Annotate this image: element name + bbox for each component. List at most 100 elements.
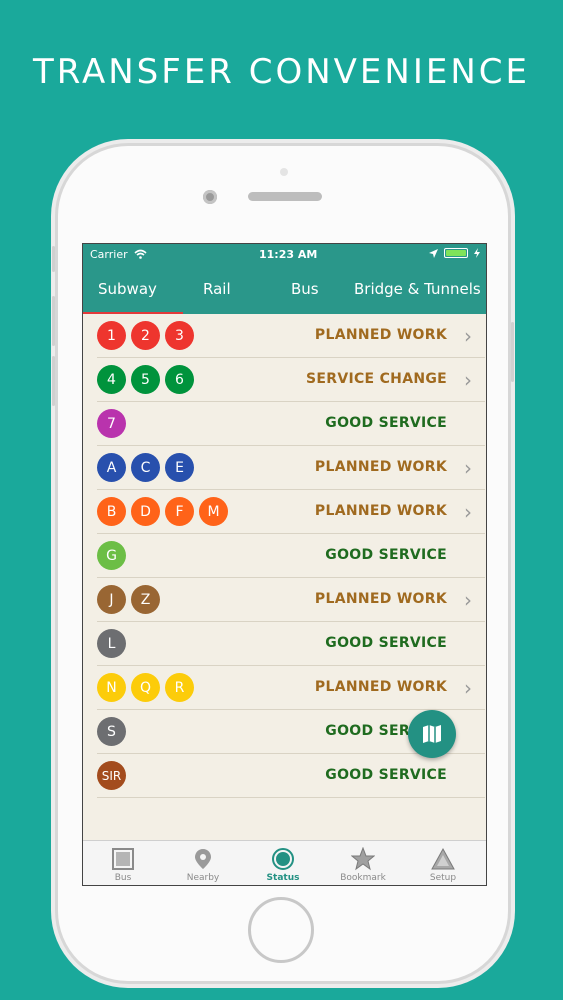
wifi-icon bbox=[134, 249, 147, 259]
service-status-label: GOOD SERVICE bbox=[325, 415, 447, 431]
header-bar: Carrier 11:23 AM Subway Rail Bus Bridge … bbox=[83, 244, 486, 314]
tabbar-setup-label: Setup bbox=[429, 873, 457, 883]
route-bullet: SIR bbox=[97, 761, 126, 790]
route-bullet: 7 bbox=[97, 409, 126, 438]
route-bullet: 4 bbox=[97, 365, 126, 394]
status-row[interactable]: N Q R PLANNED WORK › bbox=[97, 666, 485, 710]
route-bullets: 7 bbox=[97, 409, 126, 438]
clock: 11:23 AM bbox=[259, 248, 318, 261]
chevron-right-icon: › bbox=[464, 324, 472, 348]
front-camera bbox=[203, 190, 217, 204]
tab-bus[interactable]: Bus bbox=[291, 280, 319, 298]
app-screen: Carrier 11:23 AM Subway Rail Bus Bridge … bbox=[82, 243, 487, 886]
tabbar-bus[interactable]: Bus bbox=[83, 841, 163, 885]
carrier-text: Carrier bbox=[90, 248, 128, 261]
route-bullet: J bbox=[97, 585, 126, 614]
route-bullet: Z bbox=[131, 585, 160, 614]
tab-bridge-tunnels[interactable]: Bridge & Tunnels bbox=[354, 280, 481, 298]
power-button bbox=[511, 322, 514, 382]
service-status-label: GOOD SERVICE bbox=[325, 635, 447, 651]
service-status-label: PLANNED WORK bbox=[314, 591, 447, 607]
status-row: G GOOD SERVICE bbox=[97, 534, 485, 578]
earpiece-speaker bbox=[248, 192, 322, 201]
headline: TRANSFER CONVENIENCE bbox=[32, 52, 531, 92]
route-bullet: G bbox=[97, 541, 126, 570]
route-bullet: 6 bbox=[165, 365, 194, 394]
route-bullet: L bbox=[97, 629, 126, 658]
tabbar-status-label: Status bbox=[266, 873, 300, 883]
status-row[interactable]: B D F M PLANNED WORK › bbox=[97, 490, 485, 534]
chevron-right-icon: › bbox=[464, 588, 472, 612]
route-bullets: NQR bbox=[97, 673, 194, 702]
route-bullet: 5 bbox=[131, 365, 160, 394]
volume-up-button bbox=[52, 296, 55, 346]
status-row[interactable]: 4 5 6 SERVICE CHANGE › bbox=[97, 358, 485, 402]
status-row[interactable]: J Z PLANNED WORK › bbox=[97, 578, 485, 622]
phone-frame: Carrier 11:23 AM Subway Rail Bus Bridge … bbox=[52, 146, 514, 981]
route-bullet: 3 bbox=[165, 321, 194, 350]
status-row: SIR GOOD SERVICE bbox=[97, 754, 485, 798]
status-row[interactable]: 1 2 3 PLANNED WORK › bbox=[97, 314, 485, 358]
star-icon bbox=[351, 847, 375, 871]
tab-rail[interactable]: Rail bbox=[203, 280, 231, 298]
tabbar-bus-label: Bus bbox=[114, 873, 132, 883]
tabbar-status[interactable]: Status bbox=[243, 841, 323, 885]
service-status-label: PLANNED WORK bbox=[314, 327, 447, 343]
home-button[interactable] bbox=[248, 897, 314, 963]
status-row[interactable]: A C E PLANNED WORK › bbox=[97, 446, 485, 490]
service-status-label: PLANNED WORK bbox=[314, 679, 447, 695]
service-status-label: SERVICE CHANGE bbox=[306, 371, 447, 387]
route-bullets: 123 bbox=[97, 321, 194, 350]
map-button[interactable] bbox=[408, 710, 456, 758]
route-bullet: S bbox=[97, 717, 126, 746]
route-bullet: Q bbox=[131, 673, 160, 702]
route-bullets: ACE bbox=[97, 453, 194, 482]
charging-bolt-icon bbox=[474, 248, 480, 258]
route-bullets: JZ bbox=[97, 585, 160, 614]
status-row: 7 GOOD SERVICE bbox=[97, 402, 485, 446]
transit-tabs: Subway Rail Bus Bridge & Tunnels bbox=[83, 272, 486, 314]
route-bullets: S bbox=[97, 717, 126, 746]
triangle-icon bbox=[431, 847, 455, 870]
route-bullet: D bbox=[131, 497, 160, 526]
route-bullet: N bbox=[97, 673, 126, 702]
location-pin-icon bbox=[195, 849, 211, 869]
status-right bbox=[429, 248, 480, 258]
proximity-sensor bbox=[280, 168, 288, 176]
tabbar-nearby[interactable]: Nearby bbox=[163, 841, 243, 885]
route-bullet: B bbox=[97, 497, 126, 526]
status-row: L GOOD SERVICE bbox=[97, 622, 485, 666]
carrier-label: Carrier bbox=[90, 248, 147, 261]
tab-subway[interactable]: Subway bbox=[98, 280, 157, 298]
map-icon bbox=[423, 725, 441, 743]
chevron-right-icon: › bbox=[464, 676, 472, 700]
service-status-label: GOOD SERVICE bbox=[325, 547, 447, 563]
tabbar-setup[interactable]: Setup bbox=[403, 841, 483, 885]
route-bullets: SIR bbox=[97, 761, 126, 790]
route-bullet: M bbox=[199, 497, 228, 526]
route-bullet: C bbox=[131, 453, 160, 482]
route-bullet: E bbox=[165, 453, 194, 482]
chevron-right-icon: › bbox=[464, 368, 472, 392]
route-bullet: A bbox=[97, 453, 126, 482]
route-bullets: L bbox=[97, 629, 126, 658]
chevron-right-icon: › bbox=[464, 456, 472, 480]
route-bullets: 456 bbox=[97, 365, 194, 394]
status-bar: Carrier 11:23 AM bbox=[83, 244, 486, 264]
route-bullets: G bbox=[97, 541, 126, 570]
volume-down-button bbox=[52, 356, 55, 406]
service-status-label: PLANNED WORK bbox=[314, 459, 447, 475]
status-circle-icon bbox=[272, 848, 294, 870]
route-bullet: R bbox=[165, 673, 194, 702]
location-arrow-icon bbox=[429, 248, 438, 258]
chevron-right-icon: › bbox=[464, 500, 472, 524]
tabbar-nearby-label: Nearby bbox=[186, 873, 220, 883]
service-status-label: GOOD SERVICE bbox=[325, 767, 447, 783]
route-bullets: BDFM bbox=[97, 497, 228, 526]
bottom-tab-bar: Bus Nearby Status Bookmark Setup bbox=[83, 840, 486, 885]
route-bullet: 2 bbox=[131, 321, 160, 350]
tabbar-bookmark[interactable]: Bookmark bbox=[323, 841, 403, 885]
route-bullet: 1 bbox=[97, 321, 126, 350]
route-bullet: F bbox=[165, 497, 194, 526]
tabbar-bookmark-label: Bookmark bbox=[340, 873, 386, 883]
